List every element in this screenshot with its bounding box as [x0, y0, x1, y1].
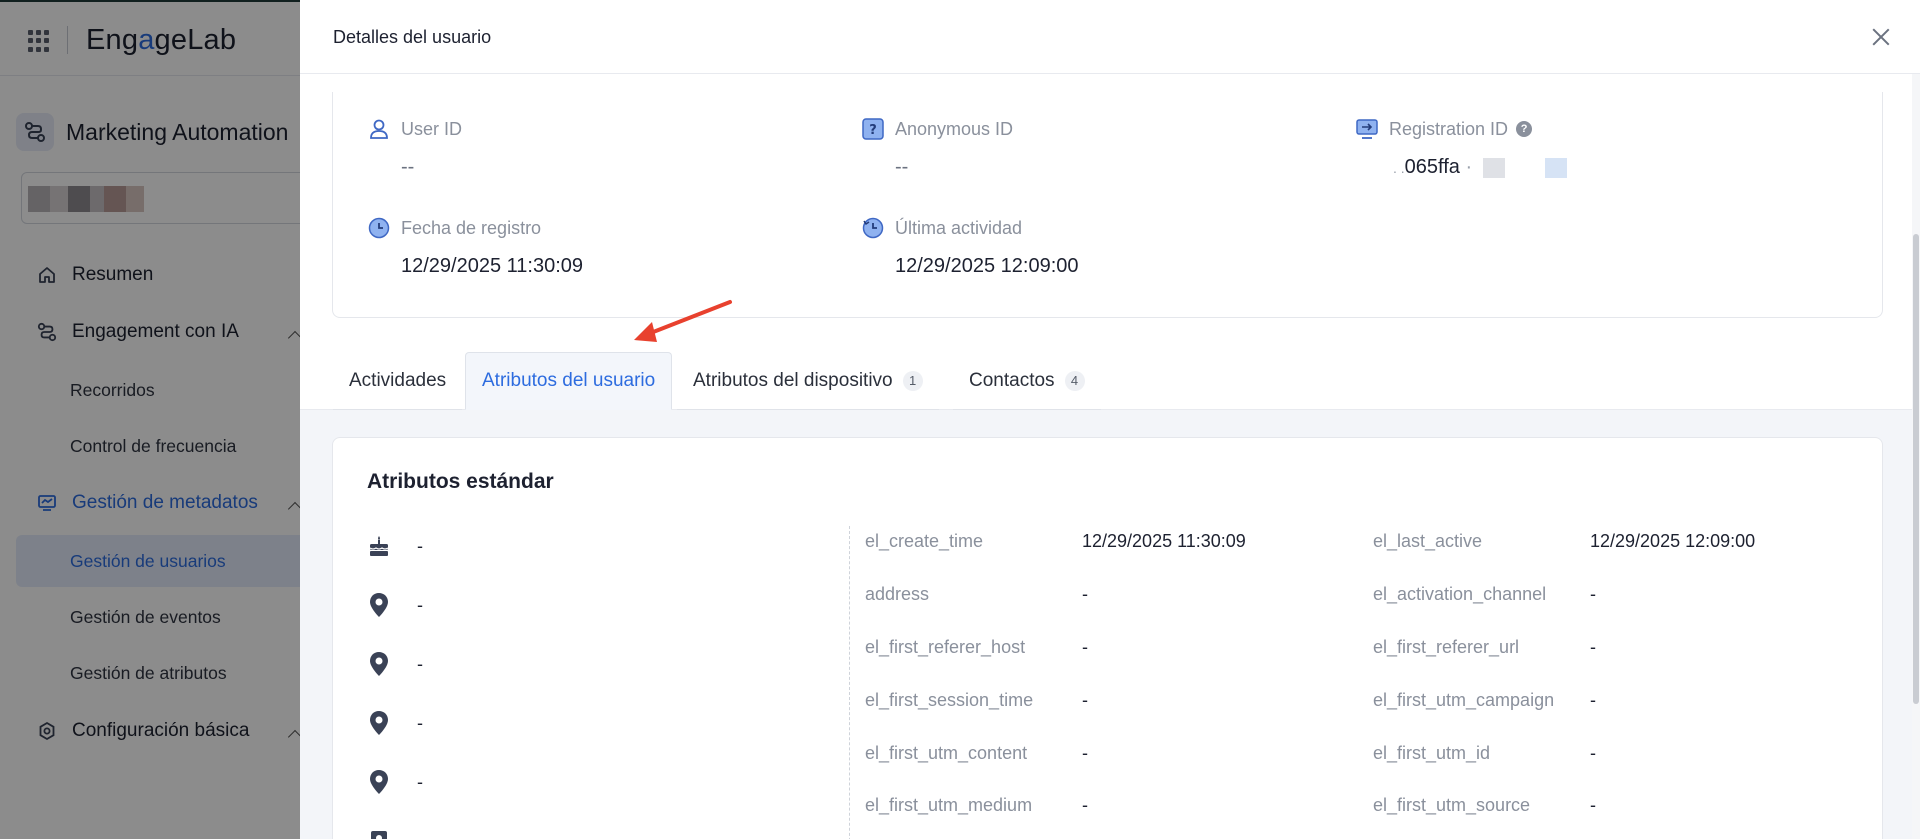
annotation-arrow-icon — [634, 300, 732, 342]
user-details-drawer: Detalles del usuario User ID -- ? Anonym… — [300, 0, 1920, 839]
